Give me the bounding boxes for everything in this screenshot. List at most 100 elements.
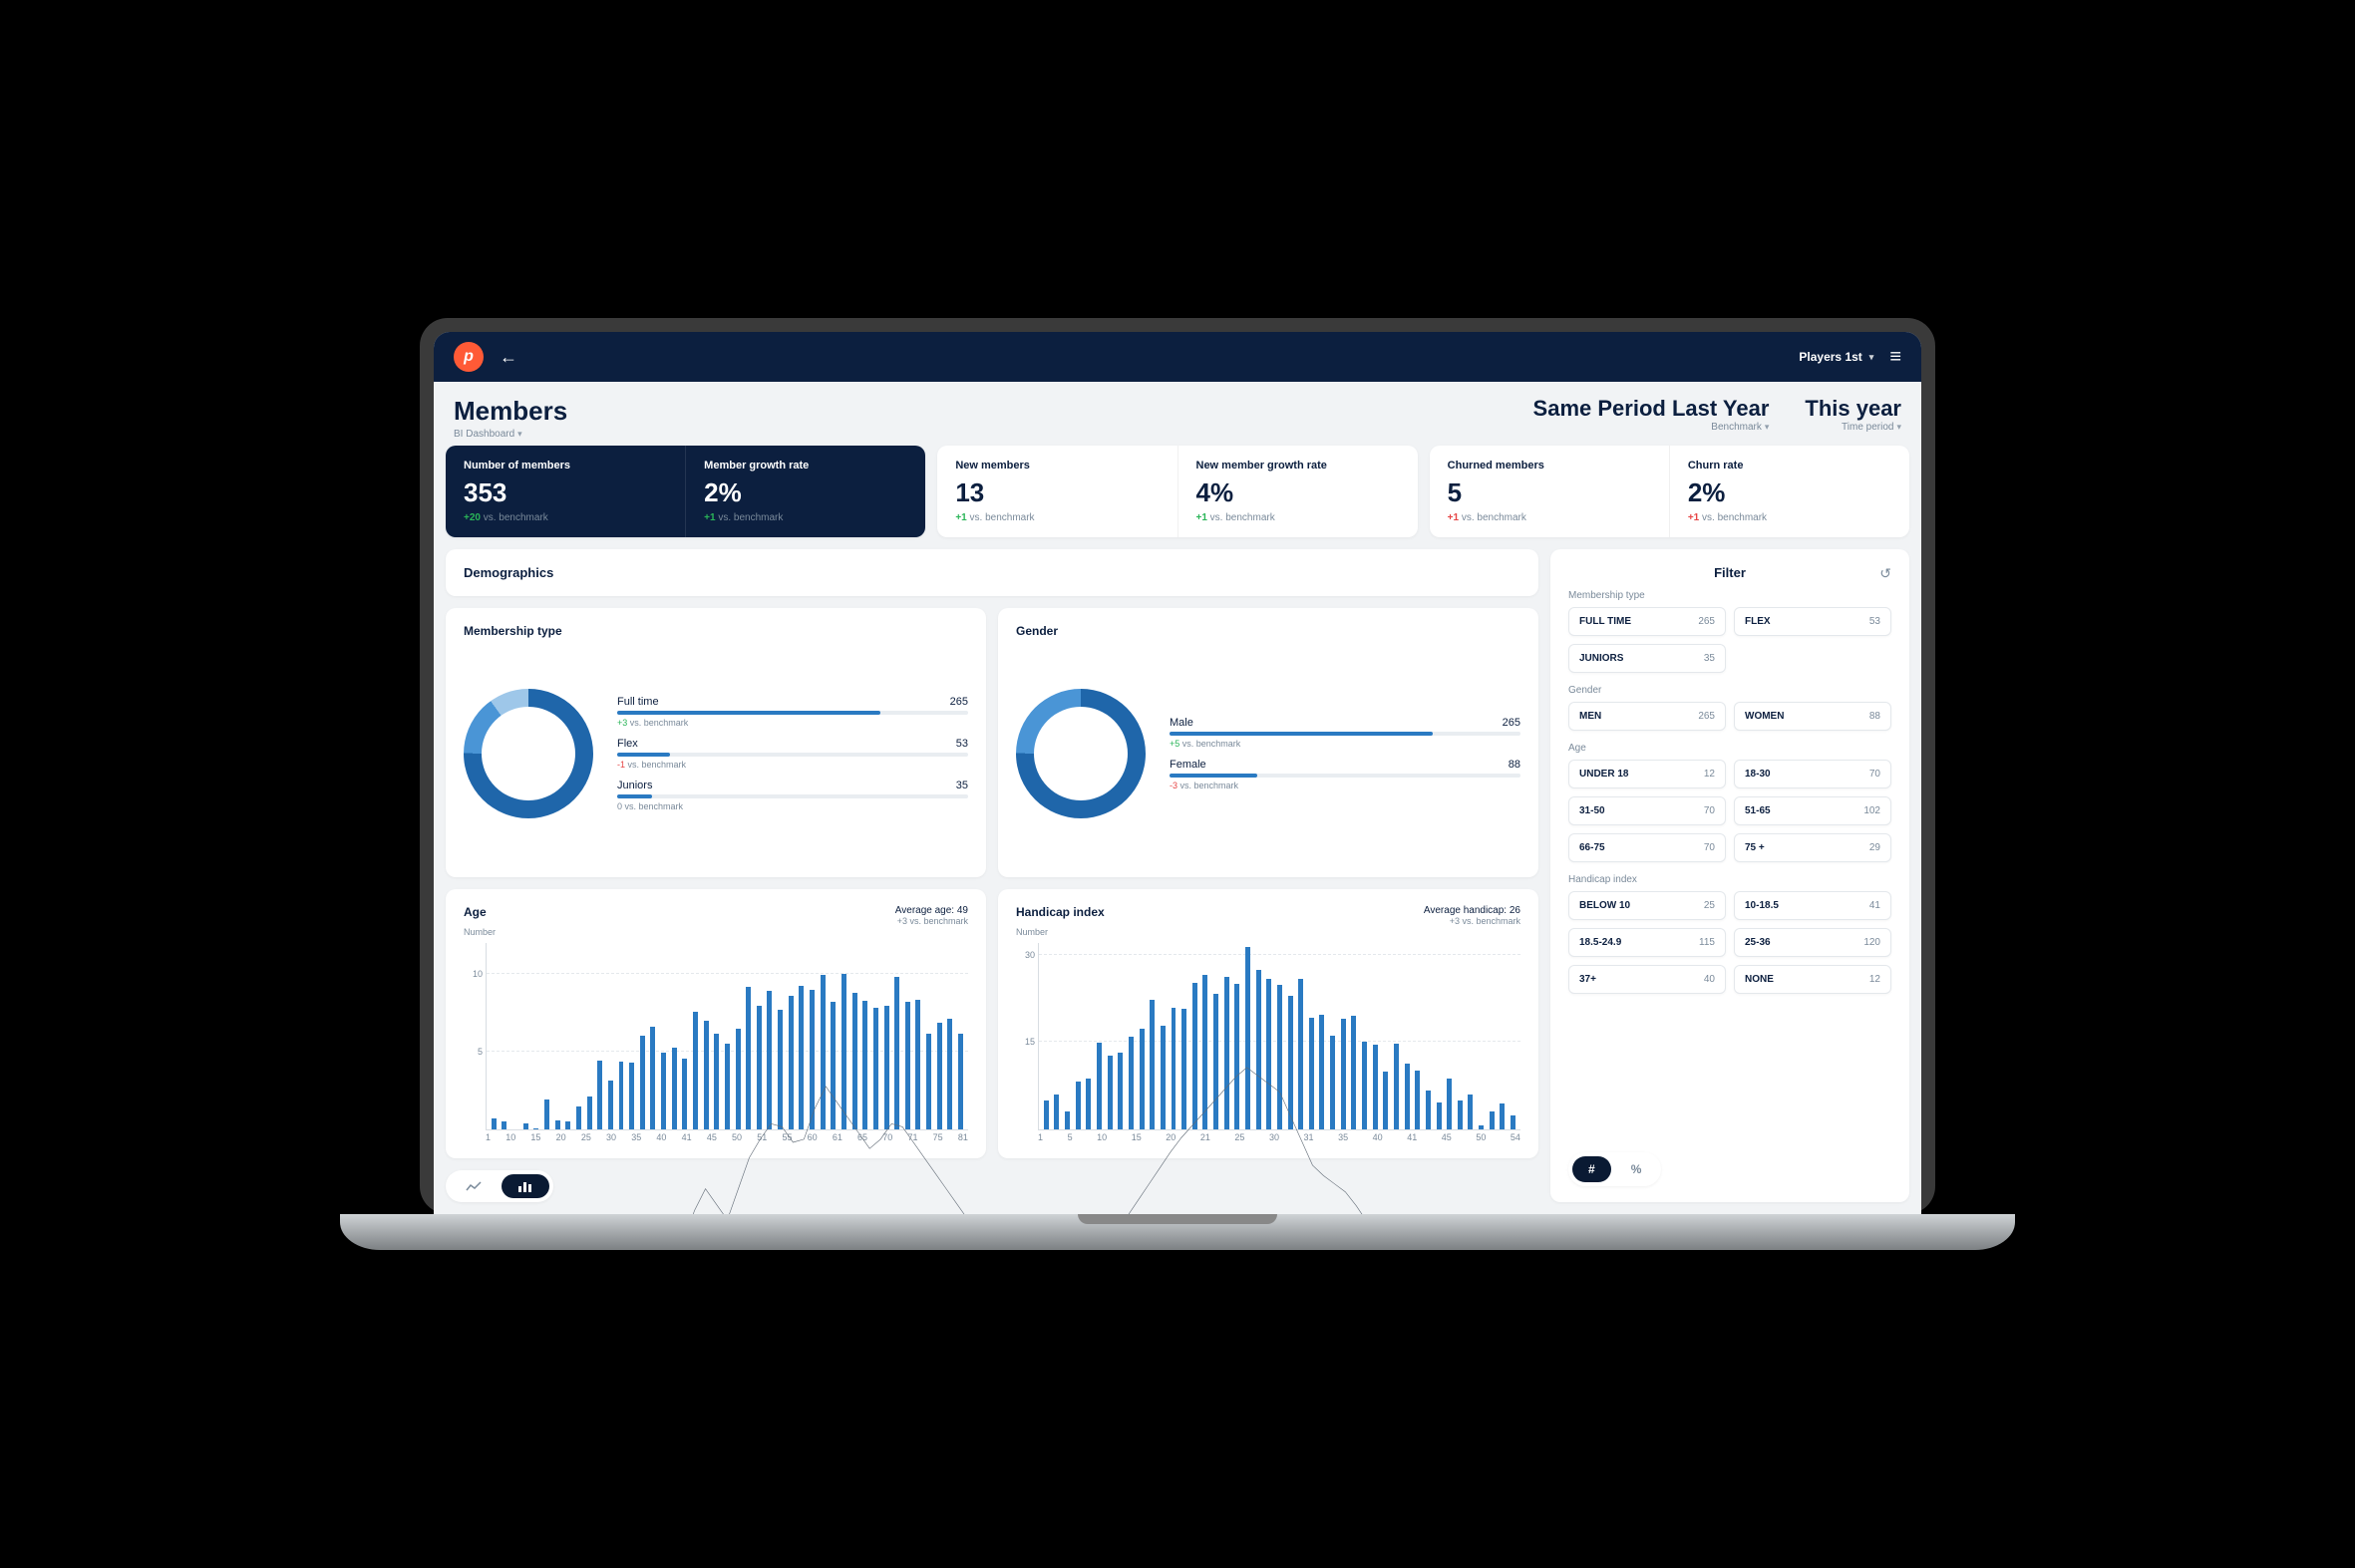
histogram-bar — [915, 1000, 920, 1129]
histogram-bar — [704, 1021, 709, 1129]
x-tick: 40 — [656, 1132, 666, 1142]
filter-section-label: Handicap index — [1568, 874, 1891, 885]
legend-value: 53 — [956, 738, 968, 750]
chip-value: 265 — [1698, 616, 1715, 627]
chart-type-toggle — [446, 1170, 553, 1202]
filter-chip[interactable]: MEN265 — [1568, 702, 1726, 731]
unit-count-button[interactable]: # — [1572, 1156, 1611, 1182]
x-tick: 50 — [732, 1132, 742, 1142]
histogram-bar — [736, 1029, 741, 1129]
histogram-bar — [693, 1012, 698, 1129]
chip-value: 29 — [1869, 842, 1880, 853]
menu-button[interactable]: ≡ — [1889, 346, 1901, 369]
y-axis-label: Number — [1016, 927, 1105, 937]
histogram-bar — [1076, 1082, 1081, 1129]
top-bar: p ← Players 1st ≡ — [434, 332, 1921, 382]
histogram-bar — [661, 1053, 666, 1129]
kpi-churned-members: Churned members5+1 vs. benchmark — [1430, 446, 1670, 537]
filter-chip[interactable]: 25-36120 — [1734, 928, 1891, 957]
chip-label: 18-30 — [1745, 769, 1771, 780]
panel-title: Handicap index — [1016, 905, 1105, 919]
kpi-number-of-members: Number of members353+20 vs. benchmark — [446, 446, 686, 537]
filter-chip[interactable]: 18-3070 — [1734, 760, 1891, 788]
account-switcher[interactable]: Players 1st — [1799, 350, 1873, 364]
histogram-bar — [1234, 984, 1239, 1129]
age-stat: Average age: 49 — [895, 905, 968, 916]
x-tick: 15 — [530, 1132, 540, 1142]
histogram-bar — [650, 1027, 655, 1129]
filter-chip[interactable]: 18.5-24.9115 — [1568, 928, 1726, 957]
filter-chip[interactable]: NONE 12 — [1734, 965, 1891, 994]
legend-name: Full time — [617, 696, 659, 708]
chip-label: 37+ — [1579, 974, 1596, 985]
chip-value: 70 — [1704, 842, 1715, 853]
chip-value: 120 — [1863, 937, 1880, 948]
filter-chip[interactable]: 75 + 29 — [1734, 833, 1891, 862]
histogram-bar — [492, 1118, 497, 1129]
back-button[interactable]: ← — [500, 347, 517, 368]
time-period-switcher[interactable]: Time period — [1805, 422, 1901, 433]
x-ticks-age: 110152025303540414550515560616570717581 — [486, 1132, 968, 1142]
histogram-bar — [1479, 1125, 1484, 1129]
filter-chip[interactable]: BELOW 1025 — [1568, 891, 1726, 920]
legend-item: Flex53-1 vs. benchmark — [617, 738, 968, 770]
reset-icon[interactable]: ↺ — [1879, 565, 1891, 582]
chip-value: 12 — [1869, 974, 1880, 985]
x-tick: 61 — [833, 1132, 842, 1142]
kpi-benchmark: +1 vs. benchmark — [1688, 512, 1891, 523]
chip-value: 12 — [1704, 769, 1715, 780]
chip-value: 265 — [1698, 711, 1715, 722]
histogram-bar — [1181, 1009, 1186, 1129]
chip-label: NONE — [1745, 974, 1774, 985]
legend-value: 265 — [950, 696, 968, 708]
legend-membership: Full time265+3 vs. benchmarkFlex53-1 vs.… — [617, 696, 968, 811]
x-tick: 75 — [933, 1132, 943, 1142]
filter-chip[interactable]: 10-18.541 — [1734, 891, 1891, 920]
histogram-bar — [1161, 1026, 1166, 1129]
histogram-bar — [789, 996, 794, 1129]
x-ticks-handicap: 1510152021253031354041455054 — [1038, 1132, 1520, 1142]
chip-label: FLEX — [1745, 616, 1771, 627]
handicap-stat: Average handicap: 26 — [1424, 905, 1520, 916]
legend-name: Juniors — [617, 780, 652, 791]
x-tick: 50 — [1476, 1132, 1486, 1142]
filter-chip[interactable]: 51-65102 — [1734, 796, 1891, 825]
benchmark-switcher[interactable]: Benchmark — [1533, 422, 1770, 433]
chip-label: JUNIORS — [1579, 653, 1623, 664]
handicap-stat-benchmark: +3 vs. benchmark — [1424, 916, 1520, 926]
kpi-value: 13 — [955, 477, 1159, 508]
legend-item: Juniors350 vs. benchmark — [617, 780, 968, 811]
histogram-bar — [1373, 1045, 1378, 1129]
filter-chip[interactable]: JUNIORS35 — [1568, 644, 1726, 673]
demographics-title: Demographics — [464, 565, 1520, 580]
dashboard-switcher[interactable]: BI Dashboard — [454, 429, 567, 440]
legend-item: Female88-3 vs. benchmark — [1170, 759, 1520, 790]
chart-type-line-button[interactable] — [450, 1174, 498, 1198]
filter-chip[interactable]: UNDER 1812 — [1568, 760, 1726, 788]
histogram-bar — [1266, 979, 1271, 1129]
histogram-bar — [1065, 1111, 1070, 1129]
x-tick: 30 — [606, 1132, 616, 1142]
filter-chip[interactable]: WOMEN88 — [1734, 702, 1891, 731]
filter-chip[interactable]: FLEX53 — [1734, 607, 1891, 636]
filter-chip[interactable]: 37+40 — [1568, 965, 1726, 994]
chip-value: 25 — [1704, 900, 1715, 911]
x-tick: 20 — [1166, 1132, 1176, 1142]
histogram-bar — [1108, 1056, 1113, 1129]
histogram-bar — [1192, 983, 1197, 1129]
chart-type-bar-button[interactable] — [502, 1174, 549, 1198]
filter-chip[interactable]: FULL TIME265 — [1568, 607, 1726, 636]
unit-percent-button[interactable]: % — [1615, 1156, 1658, 1182]
histogram-bar — [714, 1034, 719, 1129]
histogram-bar — [1309, 1018, 1314, 1130]
filter-chip[interactable]: 66-7570 — [1568, 833, 1726, 862]
x-tick: 10 — [505, 1132, 515, 1142]
legend-benchmark: -3 vs. benchmark — [1170, 781, 1520, 790]
filter-chip[interactable]: 31-5070 — [1568, 796, 1726, 825]
brand-logo[interactable]: p — [454, 342, 484, 372]
kpi-new-members: New members13+1 vs. benchmark — [937, 446, 1178, 537]
x-tick: 40 — [1373, 1132, 1383, 1142]
x-tick: 5 — [1068, 1132, 1073, 1142]
histogram-age: 510 — [486, 943, 968, 1130]
chip-label: 75 + — [1745, 842, 1765, 853]
